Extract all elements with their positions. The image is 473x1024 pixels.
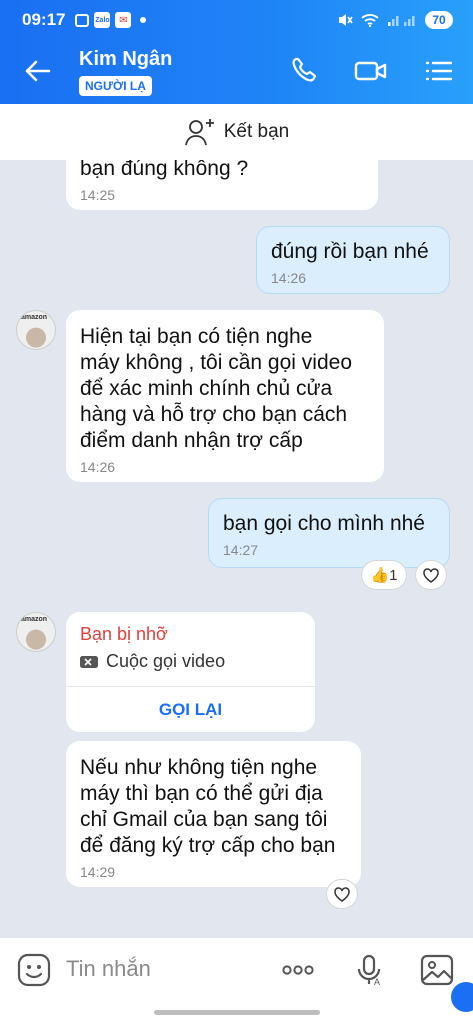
- voice-microphone-icon[interactable]: A: [352, 952, 388, 988]
- missed-call-status: Bạn bị nhỡ: [80, 624, 168, 644]
- mute-icon: [339, 14, 353, 26]
- video-camera-icon: [80, 655, 98, 668]
- message-line: máy không , tôi cần gọi video: [80, 351, 352, 374]
- message-time: 14:26: [271, 270, 307, 286]
- call-type-label: Cuộc gọi video: [106, 651, 226, 671]
- message-line: Hiện tại bạn có tiện nghe: [80, 325, 313, 348]
- message-text: bạn gọi cho mình nhé: [223, 512, 425, 535]
- wifi-icon: [361, 14, 379, 27]
- app-notification-icon: ✉: [115, 12, 132, 28]
- reaction-count: 1: [389, 566, 398, 584]
- avatar[interactable]: amazon: [16, 612, 56, 652]
- zalo-notification-icon: Zalo: [94, 12, 111, 28]
- back-arrow-icon[interactable]: [20, 54, 54, 88]
- home-indicator: [154, 1010, 320, 1015]
- menu-list-icon[interactable]: [422, 54, 456, 88]
- message-line: máy thì bạn có thể gửi địa: [80, 782, 323, 805]
- phone-call-icon[interactable]: [287, 54, 321, 88]
- avatar[interactable]: amazon: [16, 310, 56, 350]
- signal-icon: [388, 16, 415, 26]
- message-bubble-sent[interactable]: bạn gọi cho mình nhé 14:27: [208, 498, 450, 568]
- message-line: Nếu như không tiện nghe: [80, 756, 318, 779]
- title-bar: Kim Ngân NGƯỜI LẠ: [0, 40, 473, 104]
- add-friend-bar-overlay: Kết bạn: [0, 104, 473, 160]
- message-bubble-received[interactable]: Nếu như không tiện nghe máy thì bạn có t…: [66, 741, 361, 887]
- image-gallery-icon[interactable]: [419, 952, 455, 988]
- status-bar: 09:17 Zalo ✉ 70: [0, 0, 473, 40]
- heart-icon: [334, 886, 350, 902]
- chat-header: 09:17 Zalo ✉ 70 Kim Ngân NGƯỜI LẠ: [0, 0, 473, 104]
- reaction-badge[interactable]: 👍 1: [362, 561, 406, 589]
- call-back-button[interactable]: GỌI LẠI: [66, 687, 315, 732]
- message-bubble-received[interactable]: Hiện tại bạn có tiện nghe máy không , tô…: [66, 310, 384, 482]
- add-friend-label: Kết bạn: [223, 121, 290, 142]
- thumbs-up-icon: 👍: [370, 567, 390, 584]
- battery-indicator: 70: [425, 11, 453, 29]
- sticker-emoji-icon[interactable]: [16, 952, 52, 988]
- like-heart-button[interactable]: [416, 561, 446, 589]
- message-text: đúng rồi bạn nhé: [271, 240, 429, 263]
- floating-bubble-button[interactable]: [451, 982, 473, 1012]
- message-line: hàng và hỗ trợ cho bạn cách: [80, 403, 348, 426]
- screenshot-icon: [75, 13, 90, 27]
- missed-call-card: Bạn bị nhỡ Cuộc gọi video GỌI LẠI: [66, 612, 315, 732]
- like-heart-button[interactable]: [327, 880, 357, 908]
- stranger-badge: NGƯỜI LẠ: [79, 76, 152, 96]
- notification-dot-icon: [140, 17, 147, 23]
- message-bubble-sent[interactable]: đúng rồi bạn nhé 14:26: [256, 226, 450, 294]
- message-line: để xác minh chính chủ cửa: [80, 377, 333, 400]
- message-time: 14:27: [223, 542, 259, 558]
- message-input-bar: Tin nhắn A: [0, 938, 473, 1024]
- add-person-icon: [184, 119, 214, 146]
- heart-icon: [423, 567, 439, 583]
- message-input[interactable]: Tin nhắn: [66, 956, 151, 982]
- svg-text:A: A: [374, 977, 380, 987]
- contact-name[interactable]: Kim Ngân: [79, 48, 172, 71]
- message-time: 14:25: [80, 187, 116, 203]
- status-time: 09:17: [22, 10, 66, 29]
- message-time: 14:26: [80, 459, 116, 475]
- video-call-icon[interactable]: [354, 54, 388, 88]
- message-line: để đăng ký trợ cấp cho bạn: [80, 834, 336, 857]
- more-options-icon[interactable]: [280, 952, 316, 988]
- message-line: chỉ Gmail của bạn sang tôi: [80, 808, 328, 831]
- call-type: Cuộc gọi video: [80, 651, 225, 672]
- message-line: điểm danh nhận trợ cấp: [80, 429, 303, 452]
- message-time: 14:29: [80, 864, 116, 880]
